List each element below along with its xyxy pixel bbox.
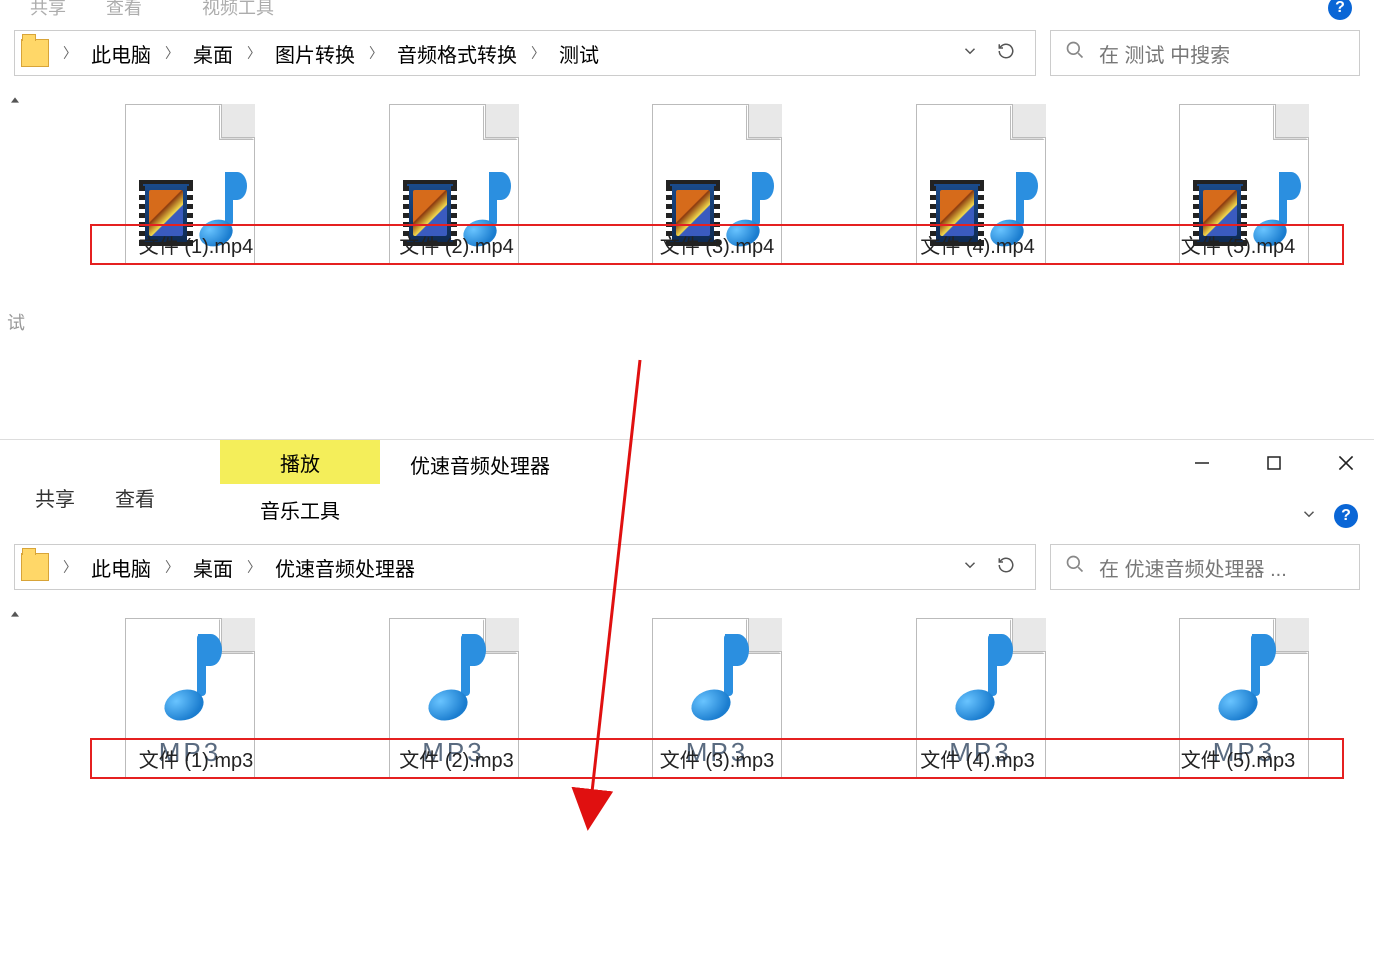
minimize-button[interactable] (1184, 445, 1220, 481)
tab-view[interactable]: 查看 (115, 483, 155, 512)
file-name[interactable]: 文件 (1).mp3 (139, 744, 253, 773)
scroll-up-icon[interactable] (7, 92, 23, 113)
chevron-down-icon[interactable] (961, 42, 979, 65)
tab-video-tools[interactable]: 视频工具 (202, 0, 274, 20)
help-icon[interactable]: ? (1334, 504, 1358, 528)
cut-label: 试 (2, 313, 28, 331)
search-placeholder: 在 优速音频处理器 ... (1099, 553, 1287, 582)
ribbon: 共享 查看 播放 音乐工具 优速音频处理器 ? (0, 440, 1374, 534)
filenames-highlight-box: 文件 (1).mp4 文件 (2).mp4 文件 (3).mp4 文件 (4).… (90, 224, 1344, 265)
explorer-window-2: 共享 查看 播放 音乐工具 优速音频处理器 ? 〉 此电脑 〉 桌面 (0, 440, 1374, 964)
chevron-right-icon[interactable]: 〉 (63, 557, 77, 577)
search-input[interactable]: 在 测试 中搜索 (1050, 30, 1360, 76)
address-bar[interactable]: 〉 此电脑 〉 桌面 〉 图片转换 〉 音频格式转换 〉 测试 (14, 30, 1036, 76)
filenames-highlight-box: 文件 (1).mp3 文件 (2).mp3 文件 (3).mp3 文件 (4).… (90, 738, 1344, 779)
folder-icon (21, 553, 49, 581)
file-name[interactable]: 文件 (4).mp3 (920, 744, 1034, 773)
file-name[interactable]: 文件 (1).mp4 (139, 230, 253, 259)
tab-music-tools[interactable]: 音乐工具 (220, 484, 380, 534)
file-name[interactable]: 文件 (4).mp4 (920, 230, 1034, 259)
file-name[interactable]: 文件 (5).mp4 (1181, 230, 1295, 259)
search-placeholder: 在 测试 中搜索 (1099, 39, 1230, 68)
scrollbar[interactable]: 试 (0, 86, 30, 391)
maximize-button[interactable] (1256, 445, 1292, 481)
crumb-current[interactable]: 优速音频处理器 (275, 553, 415, 582)
crumb-this-pc[interactable]: 此电脑 (91, 553, 151, 582)
search-icon (1065, 40, 1085, 66)
address-search-row: 〉 此电脑 〉 桌面 〉 图片转换 〉 音频格式转换 〉 测试 在 测试 中搜索 (0, 20, 1374, 86)
breadcrumb: 〉 此电脑 〉 桌面 〉 优速音频处理器 (49, 553, 947, 582)
file-name[interactable]: 文件 (3).mp3 (660, 744, 774, 773)
search-icon (1065, 554, 1085, 580)
explorer-window-1: 共享 查看 视频工具 ? 〉 此电脑 〉 桌面 〉 图片转换 〉 音频格式转换 … (0, 0, 1374, 440)
chevron-right-icon[interactable]: 〉 (247, 557, 261, 577)
file-list-area: 试 (0, 86, 1374, 391)
chevron-right-icon[interactable]: 〉 (369, 43, 383, 63)
tab-share[interactable]: 共享 (30, 0, 66, 20)
chevron-right-icon[interactable]: 〉 (165, 557, 179, 577)
search-input[interactable]: 在 优速音频处理器 ... (1050, 544, 1360, 590)
chevron-down-icon[interactable] (961, 556, 979, 579)
file-name[interactable]: 文件 (5).mp3 (1181, 744, 1295, 773)
refresh-icon[interactable] (997, 42, 1015, 65)
crumb-current[interactable]: 测试 (559, 39, 599, 68)
scroll-up-icon[interactable] (7, 606, 23, 627)
folder-icon (21, 39, 49, 67)
chevron-right-icon[interactable]: 〉 (63, 43, 77, 63)
file-name[interactable]: 文件 (2).mp3 (399, 744, 513, 773)
file-name[interactable]: 文件 (3).mp4 (660, 230, 774, 259)
file-list-area: MP3 MP3 MP3 (0, 600, 1374, 791)
tab-play[interactable]: 播放 (220, 440, 380, 484)
chevron-right-icon[interactable]: 〉 (247, 43, 261, 63)
refresh-icon[interactable] (997, 556, 1015, 579)
breadcrumb: 〉 此电脑 〉 桌面 〉 图片转换 〉 音频格式转换 〉 测试 (49, 39, 947, 68)
file-name[interactable]: 文件 (2).mp4 (399, 230, 513, 259)
chevron-down-icon[interactable] (1300, 505, 1318, 528)
tab-share[interactable]: 共享 (35, 483, 75, 512)
close-button[interactable] (1328, 445, 1364, 481)
scrollbar[interactable] (0, 600, 30, 791)
address-bar[interactable]: 〉 此电脑 〉 桌面 〉 优速音频处理器 (14, 544, 1036, 590)
crumb-desktop[interactable]: 桌面 (193, 39, 233, 68)
chevron-right-icon[interactable]: 〉 (165, 43, 179, 63)
crumb-folder[interactable]: 图片转换 (275, 39, 355, 68)
ribbon-tabs-partial: 共享 查看 视频工具 ? (0, 0, 1374, 20)
tab-view[interactable]: 查看 (106, 0, 142, 20)
crumb-this-pc[interactable]: 此电脑 (91, 39, 151, 68)
crumb-desktop[interactable]: 桌面 (193, 553, 233, 582)
crumb-folder[interactable]: 音频格式转换 (397, 39, 517, 68)
address-search-row: 〉 此电脑 〉 桌面 〉 优速音频处理器 在 优速音频处理器 ... (0, 534, 1374, 600)
chevron-right-icon[interactable]: 〉 (531, 43, 545, 63)
help-icon[interactable]: ? (1328, 0, 1352, 20)
